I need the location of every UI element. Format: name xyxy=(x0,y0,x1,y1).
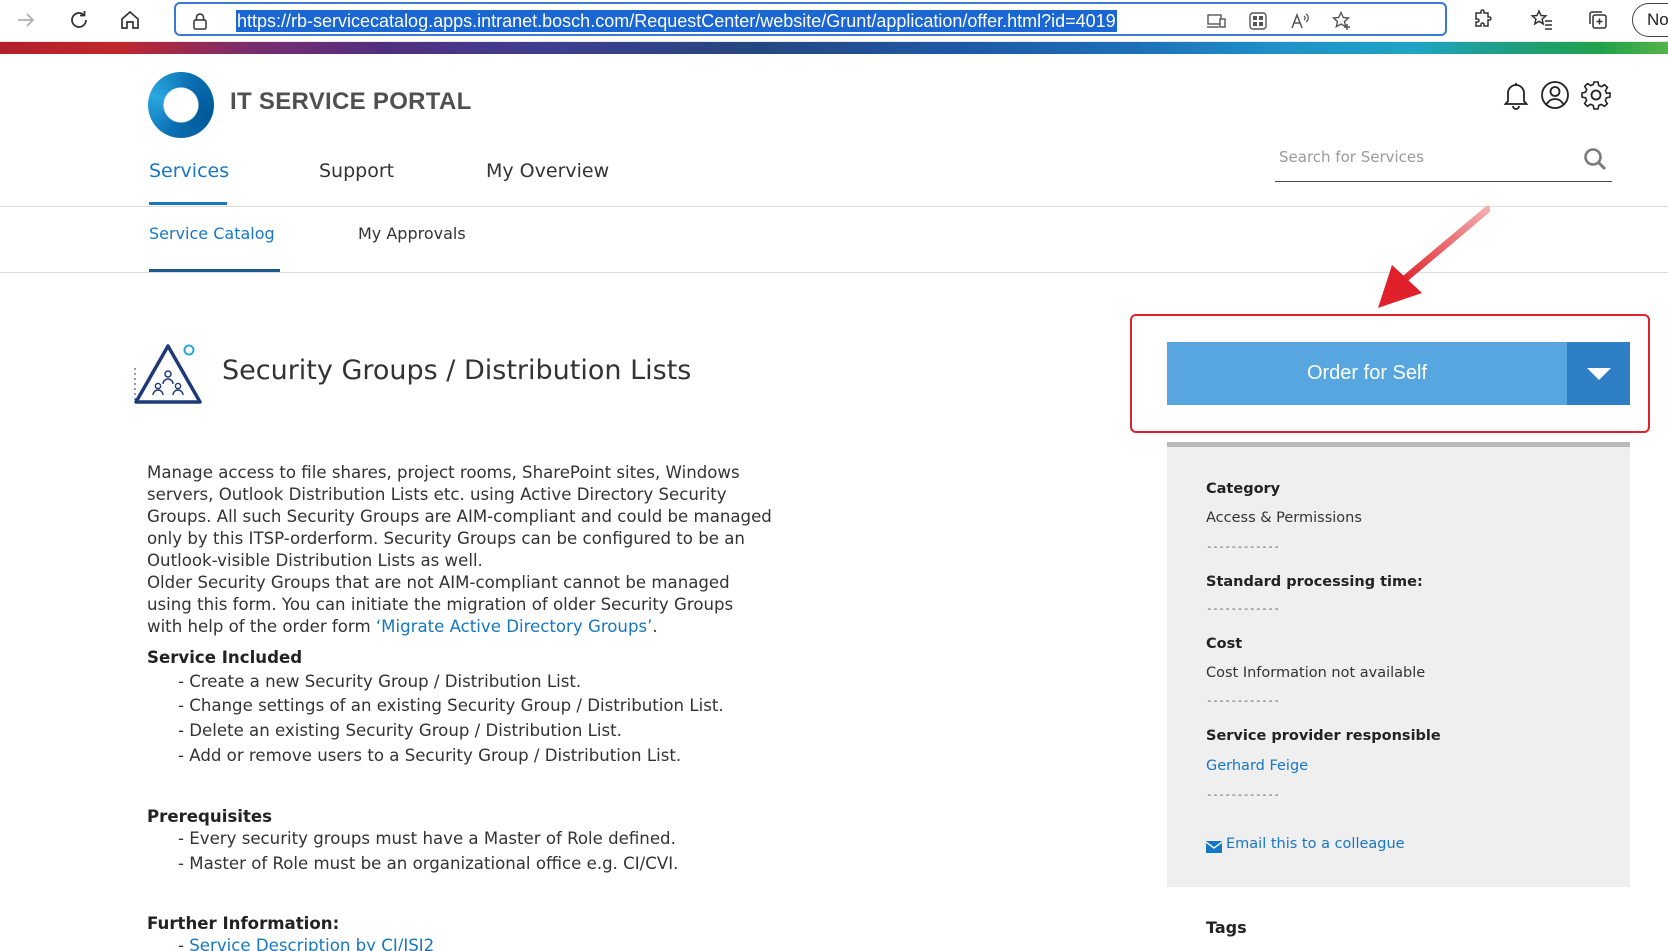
category-value: Access & Permissions xyxy=(1206,510,1362,526)
description-line: Older Security Groups that are not AIM-c… xyxy=(147,573,730,592)
provider-link[interactable]: Gerhard Feige xyxy=(1206,758,1308,774)
description-text: with help of the order form xyxy=(147,617,376,636)
description-line: only by this ITSP-orderform. Security Gr… xyxy=(147,529,745,548)
nav-support[interactable]: Support xyxy=(319,160,394,182)
separator: ------------ xyxy=(1206,540,1280,553)
user-icon[interactable] xyxy=(1538,78,1572,112)
description-text: . xyxy=(652,617,658,636)
address-bar[interactable]: https://rb-servicecatalog.apps.intranet.… xyxy=(174,2,1447,36)
tags-label: Tags xyxy=(1206,918,1247,937)
search-input[interactable] xyxy=(1279,144,1569,170)
subnav-service-catalog[interactable]: Service Catalog xyxy=(149,224,275,243)
bell-icon[interactable] xyxy=(1499,78,1533,112)
description-line: Groups. All such Security Groups are AIM… xyxy=(147,507,772,526)
order-options-dropdown[interactable] xyxy=(1567,342,1630,405)
description-line: Outlook-visible Distribution Lists as we… xyxy=(147,551,483,570)
reload-icon[interactable] xyxy=(63,4,95,36)
order-for-self-button[interactable]: Order for Self xyxy=(1167,342,1567,405)
browser-toolbar: https://rb-servicecatalog.apps.intranet.… xyxy=(0,0,1668,42)
nav-active-indicator xyxy=(149,202,227,205)
description-line: servers, Outlook Distribution Lists etc.… xyxy=(147,485,727,504)
read-aloud-icon[interactable] xyxy=(1288,9,1312,33)
category-label: Category xyxy=(1206,481,1281,497)
cost-label: Cost xyxy=(1206,636,1243,652)
profile-label: No xyxy=(1647,10,1668,29)
device-icon[interactable] xyxy=(1204,9,1228,33)
home-icon[interactable] xyxy=(114,4,146,36)
list-item: - Every security groups must have a Mast… xyxy=(178,829,676,848)
provider-label: Service provider responsible xyxy=(1206,728,1441,744)
separator: ------------ xyxy=(1206,788,1280,801)
list-item: - Delete an existing Security Group / Di… xyxy=(178,721,622,740)
forward-icon[interactable] xyxy=(10,4,42,36)
annotation-arrow-icon xyxy=(1378,205,1490,308)
brand-stripe xyxy=(0,42,1668,54)
gear-icon[interactable] xyxy=(1579,78,1613,112)
chevron-down-icon xyxy=(1586,367,1611,380)
add-favorite-icon[interactable] xyxy=(1330,9,1354,33)
email-colleague-link[interactable]: Email this to a colleague xyxy=(1226,836,1405,852)
description-line: Manage access to file shares, project ro… xyxy=(147,463,740,482)
list-item: - Add or remove users to a Security Grou… xyxy=(178,746,682,765)
search-box xyxy=(1275,138,1612,182)
description-line: with help of the order form ‘Migrate Act… xyxy=(147,616,787,638)
nav-my-overview[interactable]: My Overview xyxy=(486,160,609,182)
cost-value: Cost Information not available xyxy=(1206,665,1426,681)
nav-services[interactable]: Services xyxy=(149,160,229,182)
portal-logo[interactable] xyxy=(148,72,214,138)
collections-icon[interactable] xyxy=(1582,4,1614,36)
search-icon[interactable] xyxy=(1582,146,1608,172)
favorites-icon[interactable] xyxy=(1526,4,1558,36)
prerequisites-heading: Prerequisites xyxy=(147,807,273,826)
url-text[interactable]: https://rb-servicecatalog.apps.intranet.… xyxy=(236,10,1117,32)
security-groups-icon xyxy=(134,344,202,404)
list-item: - Service Description by CI/ISI2 xyxy=(178,936,434,951)
separator: ------------ xyxy=(1206,602,1280,615)
list-item: - Create a new Security Group / Distribu… xyxy=(178,672,582,691)
apps-icon[interactable] xyxy=(1246,9,1270,33)
service-included-heading: Service Included xyxy=(147,648,303,667)
further-info-heading: Further Information: xyxy=(147,914,340,933)
service-description-link[interactable]: Service Description by CI/ISI2 xyxy=(189,936,434,951)
list-item: - Change settings of an existing Securit… xyxy=(178,696,724,715)
description-line: using this form. You can initiate the mi… xyxy=(147,595,734,614)
envelope-icon[interactable] xyxy=(1206,841,1222,853)
migrate-ad-groups-link[interactable]: ‘Migrate Active Directory Groups’ xyxy=(376,617,653,636)
page-title: Security Groups / Distribution Lists xyxy=(222,355,692,386)
list-item: - Master of Role must be an organization… xyxy=(178,854,679,873)
separator: ------------ xyxy=(1206,694,1280,707)
profile-button[interactable]: No xyxy=(1632,3,1668,37)
brand-title[interactable]: IT SERVICE PORTAL xyxy=(230,88,472,116)
processing-time-label: Standard processing time: xyxy=(1206,574,1423,590)
offer-description: Manage access to file shares, project ro… xyxy=(147,462,787,638)
list-bullet: - xyxy=(178,936,190,951)
lock-icon[interactable] xyxy=(188,9,212,33)
subnav-my-approvals[interactable]: My Approvals xyxy=(358,224,466,243)
extensions-icon[interactable] xyxy=(1466,4,1498,36)
